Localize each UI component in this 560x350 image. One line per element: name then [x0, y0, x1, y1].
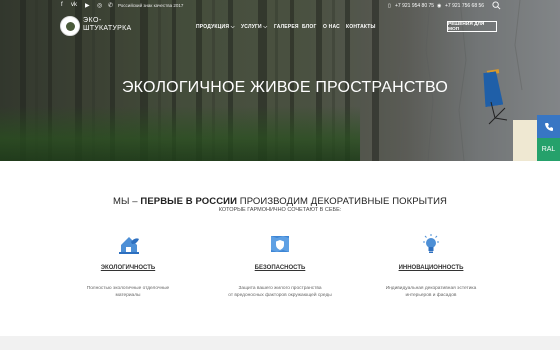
- youtube-icon[interactable]: ▶: [85, 2, 90, 9]
- next-section-band: [0, 336, 560, 350]
- whatsapp-icon: ◉: [437, 3, 442, 9]
- intro-heading: МЫ – ПЕРВЫЕ В РОССИИ ПРОИЗВОДИМ ДЕКОРАТИ…: [0, 196, 560, 207]
- ral-button[interactable]: RAL: [537, 138, 560, 161]
- nav-services[interactable]: УСЛУГИ ⌵: [241, 24, 267, 30]
- shield-map-icon: [271, 236, 289, 252]
- top-bar: f vk ▶ ◎ ✆ Российский знак качества 2017…: [0, 0, 560, 12]
- phone-icon: ▯: [388, 3, 391, 9]
- heading-prefix: МЫ –: [113, 196, 141, 207]
- feature-desc-innovation: Индивидуальная декоративная эстетика инте…: [351, 285, 511, 299]
- feature-desc-safety-line2: от вредоносных факторов окружающей среды: [228, 293, 332, 299]
- nav-products[interactable]: ПРОДУКЦИЯ ⌵: [196, 24, 235, 30]
- heading-suffix: ПРОИЗВОДИМ ДЕКОРАТИВНЫЕ ПОКРЫТИЯ: [237, 196, 447, 207]
- hero-title: ЭКОЛОГИЧНОЕ ЖИВОЕ ПРОСТРАНСТВО: [121, 79, 449, 96]
- nav-contacts[interactable]: КОНТАКТЫ: [346, 24, 376, 30]
- nav-blog[interactable]: БЛОГ: [302, 24, 317, 30]
- vk-icon[interactable]: vk: [71, 2, 77, 8]
- intro-subheading: КОТОРЫЕ ГАРМОНИЧНО СОЧЕТАЮТ В СЕБЕ:: [218, 207, 342, 213]
- feature-title-eco: ЭКОЛОГИЧНОСТЬ: [100, 265, 156, 271]
- feature-desc-eco-line2: материалы: [115, 293, 141, 299]
- nav-gallery[interactable]: ГАЛЕРЕЯ: [274, 24, 299, 30]
- feature-desc-eco-line1: Полностью экологичные отделочные: [86, 286, 170, 291]
- logo-text-line1[interactable]: ЭКО-: [83, 17, 102, 24]
- lightbulb-icon: [423, 234, 439, 253]
- heading-bold: ПЕРВЫЕ В РОССИИ: [140, 196, 238, 207]
- feature-desc-safety-line1: Защита вашего жилого пространства: [238, 286, 322, 291]
- solutions-button[interactable]: РЕШЕНИЯ ДЛЯ МОП: [447, 21, 497, 32]
- phone-icon: [544, 122, 553, 131]
- nav-about[interactable]: О НАС: [323, 24, 340, 30]
- callback-button[interactable]: [537, 115, 560, 138]
- quality-badge: Российский знак качества 2017: [118, 3, 184, 8]
- feature-desc-eco: Полностью экологичные отделочные материал…: [48, 285, 208, 299]
- feature-desc-innovation-line2: интерьеров и фасадов: [405, 293, 457, 299]
- feature-desc-safety: Защита вашего жилого пространства от вред…: [200, 285, 360, 299]
- logo-emblem[interactable]: [60, 16, 80, 36]
- eco-house-icon: [119, 237, 139, 254]
- phone-number-2[interactable]: +7 921 756 68 56: [445, 3, 484, 9]
- odnoklassniki-icon[interactable]: ✆: [108, 2, 113, 9]
- instagram-icon[interactable]: ◎: [97, 2, 102, 9]
- feature-title-safety: БЕЗОПАСНОСТЬ: [254, 265, 306, 271]
- forest-ground: [0, 106, 360, 161]
- feature-title-innovation: ИННОВАЦИОННОСТЬ: [398, 265, 464, 271]
- facebook-icon[interactable]: f: [61, 2, 63, 8]
- search-icon[interactable]: [492, 1, 501, 10]
- logo-text-line2[interactable]: ШТУКАТУРКА: [83, 25, 131, 32]
- lamp-stand: [488, 101, 508, 125]
- phone-number-1[interactable]: +7 921 954 80 75: [395, 3, 434, 9]
- feature-desc-innovation-line1: Индивидуальная декоративная эстетика: [385, 286, 477, 291]
